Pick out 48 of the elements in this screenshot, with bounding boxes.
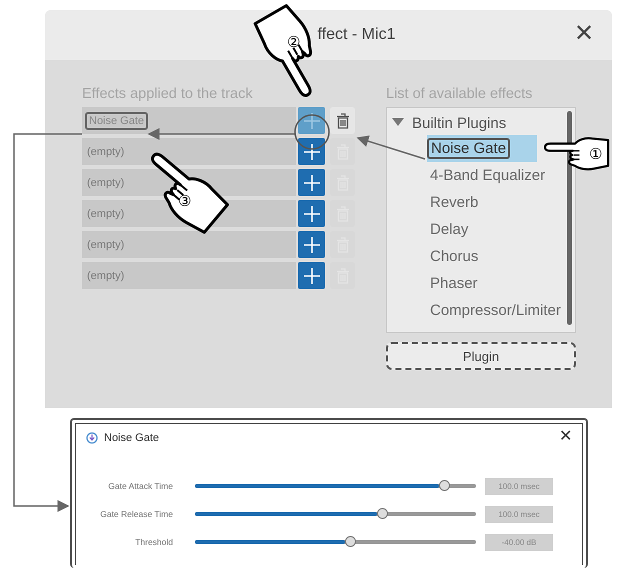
plus-icon [302,266,320,284]
add-button[interactable] [298,107,325,134]
slider-thumb[interactable] [344,536,356,547]
group-label: Builtin Plugins [412,114,506,132]
value-field[interactable]: 100.0 msec [485,478,553,494]
trash-icon [336,112,350,128]
add-button[interactable] [298,138,325,165]
scrollbar[interactable] [567,111,572,325]
effect-item[interactable]: Compressor/Limiter [427,297,564,324]
step-number: ② [287,35,300,51]
add-button[interactable] [298,262,325,289]
slider-label: Gate Release Time [99,509,173,519]
plus-icon [302,142,320,160]
effect-item[interactable]: Phaser [427,270,481,297]
step-number: ① [589,147,602,163]
effect-item[interactable]: Chorus [427,243,482,270]
value-field[interactable]: 100.0 msec [485,506,553,522]
effect-item[interactable]: Noise Gate [427,135,537,162]
step-number: ③ [178,194,191,210]
close-button[interactable]: ✕ [574,20,594,48]
close-button[interactable]: ✕ [559,427,572,447]
slider-label: Gate Attack Time [107,481,173,491]
plus-icon [302,112,320,130]
effect-slot[interactable]: (empty) [82,262,296,289]
plus-icon [302,204,320,222]
window-title: ffect - Mic1 [318,26,396,44]
tree-group[interactable]: Builtin Plugins [387,111,575,135]
plus-icon [302,236,320,254]
slider-label: Threshold [134,537,173,547]
add-button[interactable] [298,169,325,196]
value-field[interactable]: -40.00 dB [485,534,553,550]
expand-triangle-icon [392,118,404,126]
plugin-button[interactable]: Plugin [386,342,576,370]
slider-thumb[interactable] [439,480,450,491]
effect-item[interactable]: Reverb [427,189,482,216]
effect-item[interactable]: Delay [427,216,472,243]
add-button[interactable] [298,231,325,258]
effect-item[interactable]: 4-Band Equalizer [427,162,548,189]
leader-arrow [356,135,426,160]
effect-slot[interactable]: (empty) [82,138,296,165]
window-title: Noise Gate [104,432,160,444]
delete-button[interactable] [330,107,355,134]
add-button[interactable] [298,200,325,227]
plus-icon [302,174,320,192]
effect-slot[interactable]: (empty) [82,231,296,258]
slider-thumb[interactable] [377,508,388,519]
plugin-icon [86,432,98,444]
highlight-circle [294,114,330,150]
